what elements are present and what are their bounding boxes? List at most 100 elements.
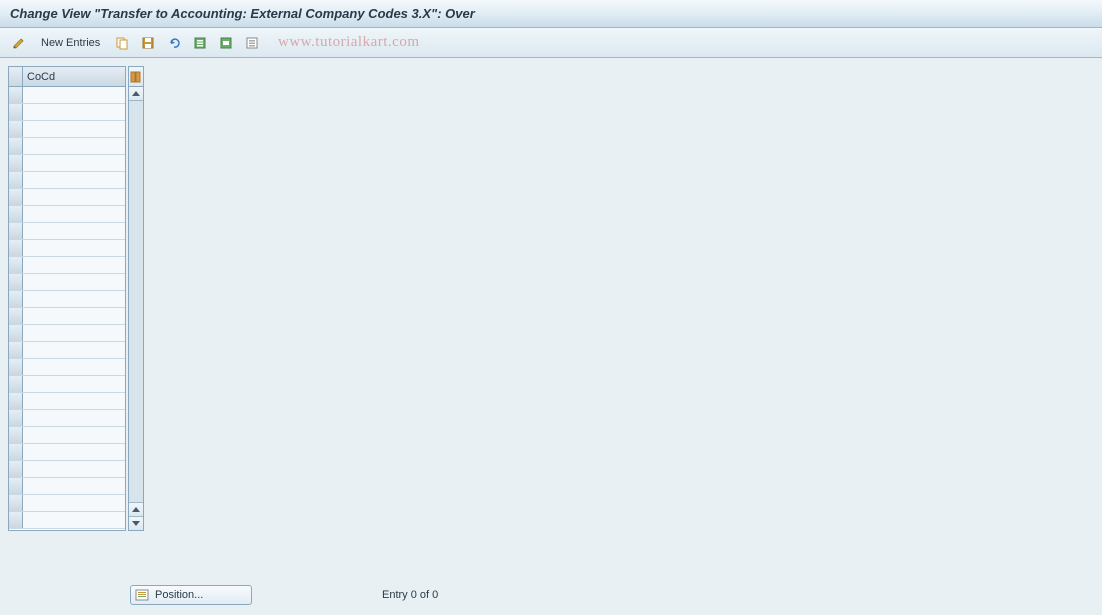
table-row[interactable]: [9, 274, 125, 291]
row-selector[interactable]: [9, 308, 23, 324]
cell-cocd[interactable]: [23, 87, 125, 103]
table-row[interactable]: [9, 223, 125, 240]
table-row[interactable]: [9, 393, 125, 410]
row-selector[interactable]: [9, 87, 23, 103]
table-row[interactable]: [9, 104, 125, 121]
scroll-up-button[interactable]: [129, 87, 143, 101]
row-selector[interactable]: [9, 274, 23, 290]
table-row[interactable]: [9, 87, 125, 104]
scroll-track[interactable]: [129, 101, 143, 502]
row-selector[interactable]: [9, 461, 23, 477]
row-selector[interactable]: [9, 291, 23, 307]
table-row[interactable]: [9, 138, 125, 155]
row-selector[interactable]: [9, 155, 23, 171]
table-row[interactable]: [9, 155, 125, 172]
cell-cocd[interactable]: [23, 308, 125, 324]
row-selector[interactable]: [9, 342, 23, 358]
row-selector[interactable]: [9, 427, 23, 443]
cell-cocd[interactable]: [23, 410, 125, 426]
select-block-button[interactable]: [215, 33, 237, 53]
table-row[interactable]: [9, 512, 125, 529]
cell-cocd[interactable]: [23, 138, 125, 154]
row-selector[interactable]: [9, 376, 23, 392]
table-row[interactable]: [9, 291, 125, 308]
row-selector[interactable]: [9, 410, 23, 426]
cell-cocd[interactable]: [23, 512, 125, 528]
position-button[interactable]: Position...: [130, 585, 252, 605]
table-row[interactable]: [9, 189, 125, 206]
row-selector[interactable]: [9, 172, 23, 188]
save-variant-button[interactable]: [137, 33, 159, 53]
cell-cocd[interactable]: [23, 189, 125, 205]
table-row[interactable]: [9, 342, 125, 359]
vertical-scrollbar[interactable]: [128, 66, 144, 531]
cell-cocd[interactable]: [23, 206, 125, 222]
row-selector[interactable]: [9, 138, 23, 154]
cell-cocd[interactable]: [23, 478, 125, 494]
cell-cocd[interactable]: [23, 495, 125, 511]
table-row[interactable]: [9, 325, 125, 342]
table-row[interactable]: [9, 427, 125, 444]
cell-cocd[interactable]: [23, 444, 125, 460]
cell-cocd[interactable]: [23, 257, 125, 273]
table-row[interactable]: [9, 376, 125, 393]
table-row[interactable]: [9, 359, 125, 376]
cell-cocd[interactable]: [23, 325, 125, 341]
cell-cocd[interactable]: [23, 376, 125, 392]
row-selector[interactable]: [9, 240, 23, 256]
cell-cocd[interactable]: [23, 240, 125, 256]
undo-icon: [167, 36, 181, 50]
row-selector[interactable]: [9, 359, 23, 375]
table-row[interactable]: [9, 206, 125, 223]
row-selector[interactable]: [9, 325, 23, 341]
column-header-cocd[interactable]: CoCd: [23, 67, 125, 86]
table-row[interactable]: [9, 461, 125, 478]
table-row[interactable]: [9, 240, 125, 257]
table-row[interactable]: [9, 410, 125, 427]
scroll-near-bottom-button[interactable]: [129, 502, 143, 516]
scroll-down-button[interactable]: [129, 516, 143, 530]
deselect-button[interactable]: [241, 33, 263, 53]
cell-cocd[interactable]: [23, 291, 125, 307]
table-config-button[interactable]: [129, 67, 143, 87]
table-row[interactable]: [9, 478, 125, 495]
edit-button[interactable]: [8, 33, 30, 53]
table-row[interactable]: [9, 121, 125, 138]
title-bar: Change View "Transfer to Accounting: Ext…: [0, 0, 1102, 28]
table-row[interactable]: [9, 495, 125, 512]
cell-cocd[interactable]: [23, 393, 125, 409]
row-selector[interactable]: [9, 393, 23, 409]
cell-cocd[interactable]: [23, 359, 125, 375]
cell-cocd[interactable]: [23, 223, 125, 239]
cell-cocd[interactable]: [23, 461, 125, 477]
row-selector[interactable]: [9, 257, 23, 273]
undo-button[interactable]: [163, 33, 185, 53]
row-selector[interactable]: [9, 512, 23, 528]
table-row[interactable]: [9, 444, 125, 461]
table-row[interactable]: [9, 172, 125, 189]
row-selector[interactable]: [9, 206, 23, 222]
select-all-button[interactable]: [189, 33, 211, 53]
cell-cocd[interactable]: [23, 342, 125, 358]
copy-button[interactable]: [111, 33, 133, 53]
cell-cocd[interactable]: [23, 104, 125, 120]
table-row[interactable]: [9, 308, 125, 325]
table-row[interactable]: [9, 257, 125, 274]
row-selector[interactable]: [9, 189, 23, 205]
new-entries-button[interactable]: New Entries: [34, 33, 107, 53]
cell-cocd[interactable]: [23, 274, 125, 290]
toolbar: New Entries www.tutorialkart.com: [0, 28, 1102, 58]
row-selector[interactable]: [9, 121, 23, 137]
row-selector[interactable]: [9, 223, 23, 239]
row-selector-header[interactable]: [9, 67, 23, 86]
row-selector[interactable]: [9, 104, 23, 120]
cell-cocd[interactable]: [23, 427, 125, 443]
cell-cocd[interactable]: [23, 155, 125, 171]
row-selector[interactable]: [9, 444, 23, 460]
cell-cocd[interactable]: [23, 121, 125, 137]
cell-cocd[interactable]: [23, 172, 125, 188]
table-body: [9, 87, 125, 529]
row-selector[interactable]: [9, 478, 23, 494]
row-selector[interactable]: [9, 495, 23, 511]
pencil-icon: [12, 36, 26, 50]
